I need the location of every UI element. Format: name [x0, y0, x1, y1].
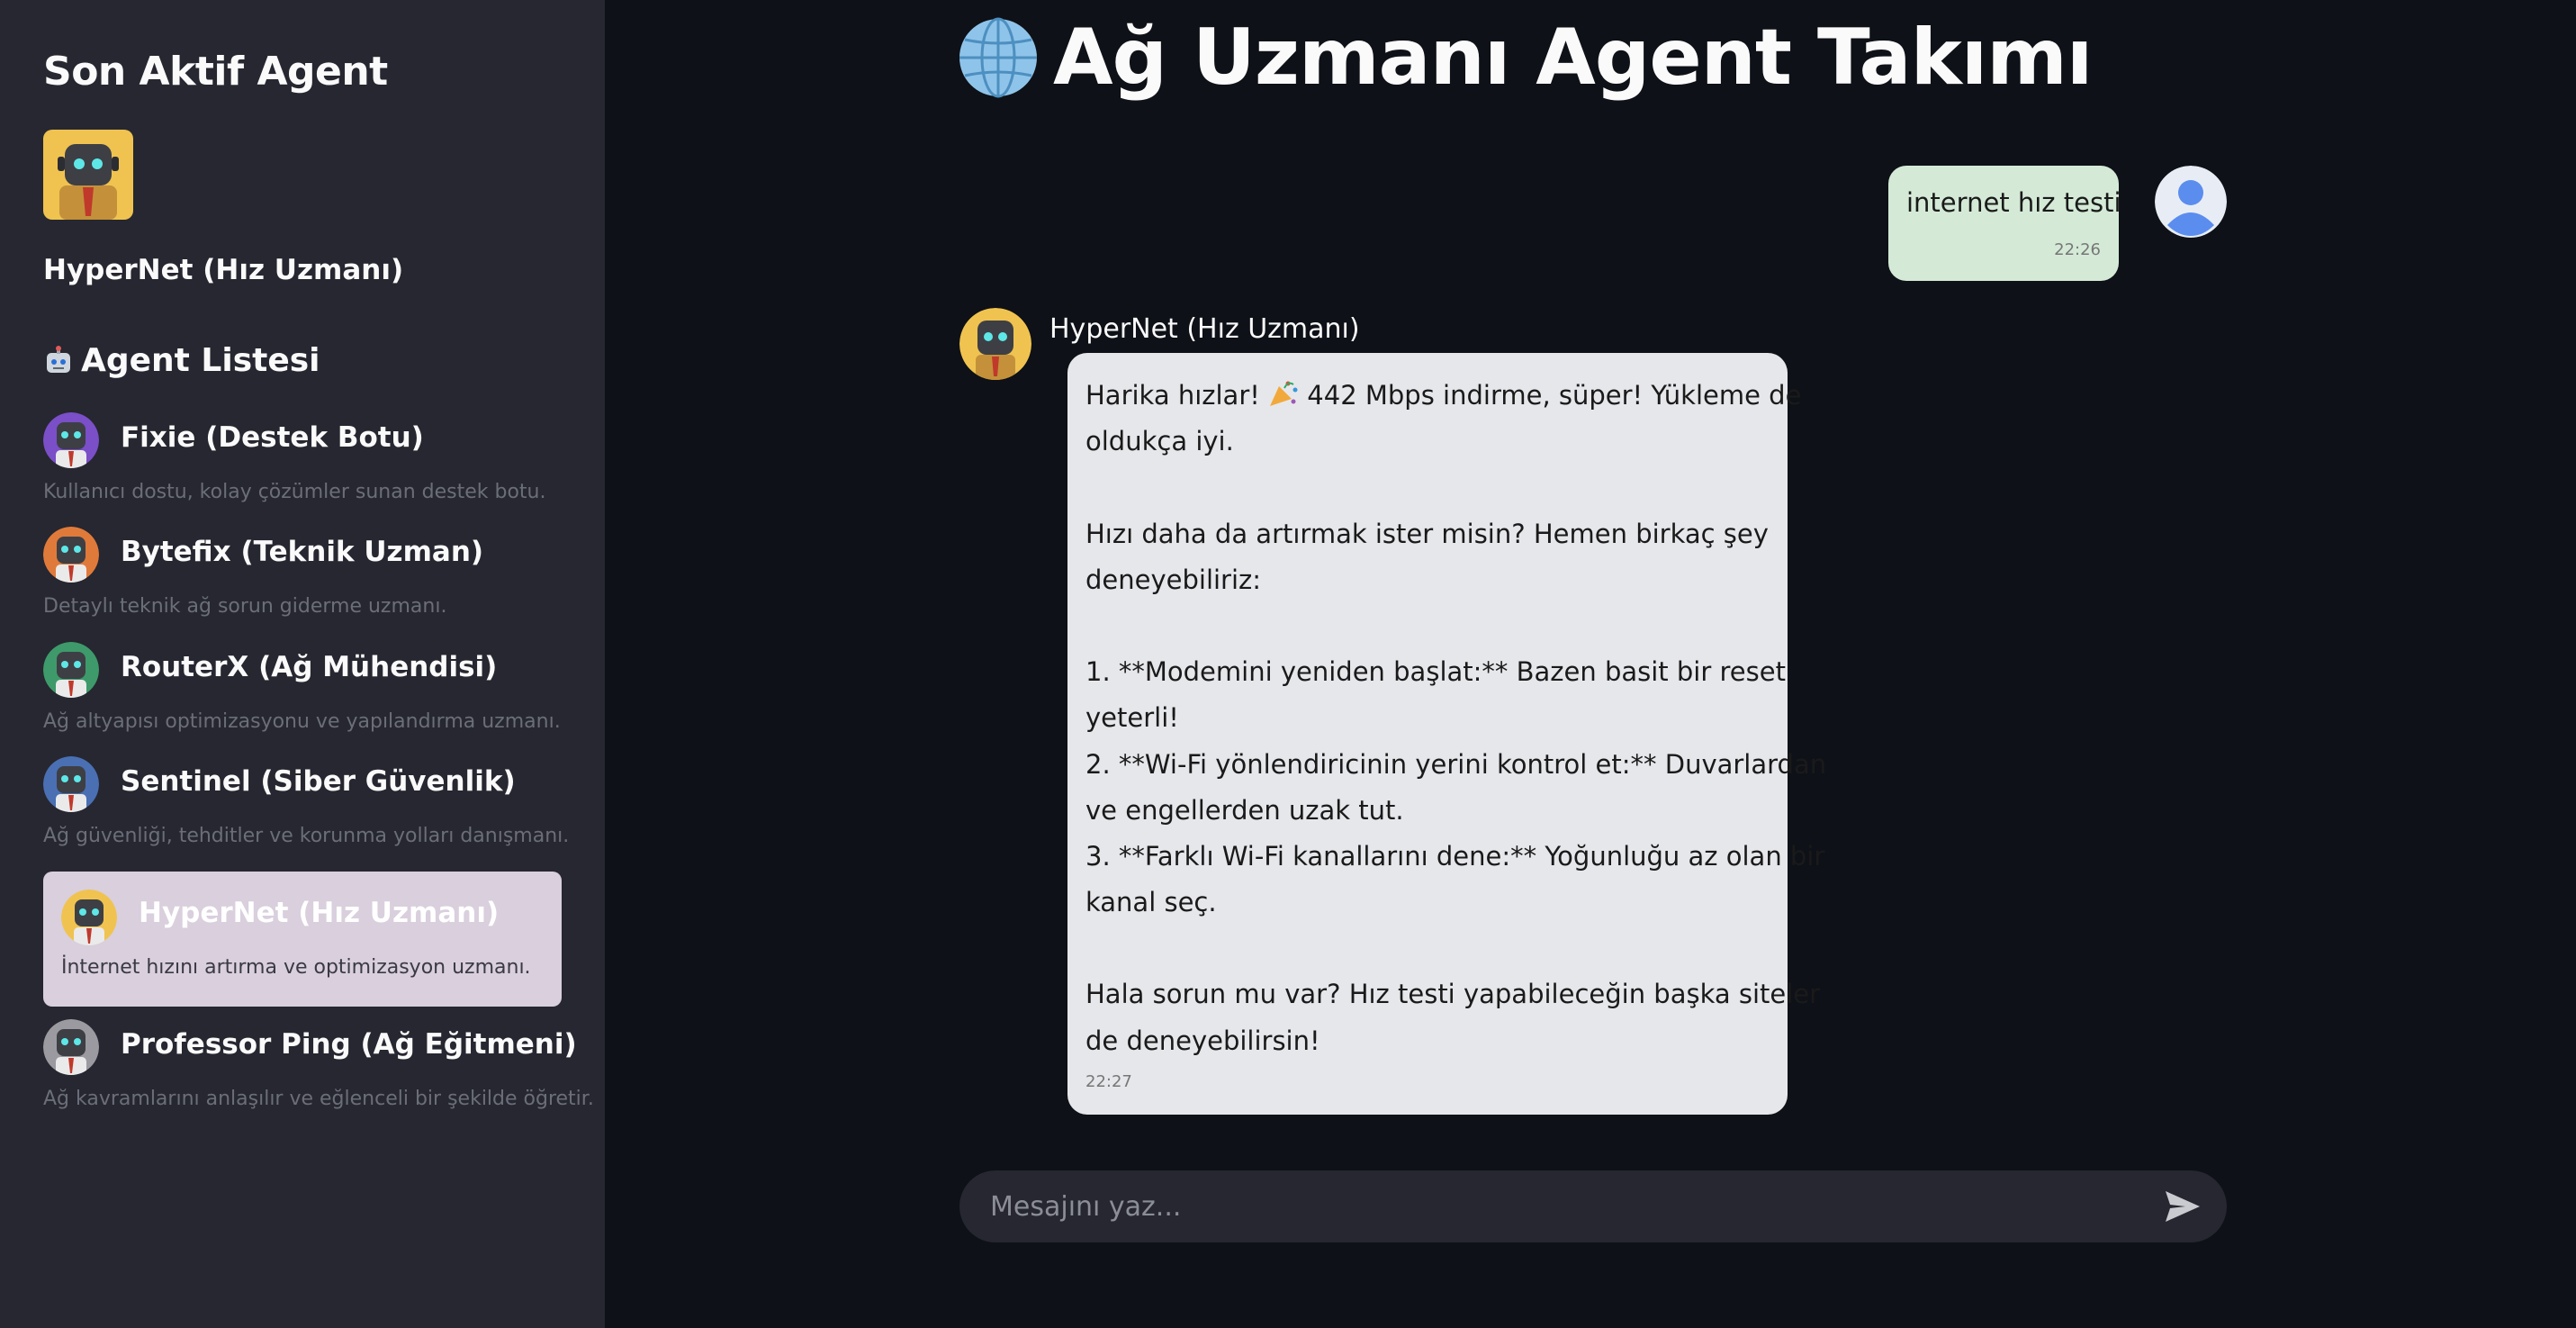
- active-agent-avatar: [43, 130, 133, 220]
- message-line: [1085, 603, 1770, 649]
- user-message-text: internet hız testi: [1906, 187, 2121, 218]
- agent-item[interactable]: RouterX (Ağ Mühendisi) Ağ altyapısı optim…: [43, 642, 562, 757]
- active-agent-name: HyperNet (Hız Uzmanı): [43, 254, 404, 286]
- user-message-bubble: internet hız testi 22:26: [1888, 166, 2121, 281]
- bot-sender-name: HyperNet (Hız Uzmanı): [1049, 313, 1360, 345]
- agent-avatar: [43, 1019, 99, 1075]
- message-line: de deneyebilirsin!: [1085, 1025, 1320, 1056]
- agent-avatar: [43, 527, 99, 583]
- agent-name: Sentinel (Siber Güvenlik): [121, 765, 516, 798]
- bot-avatar: [959, 308, 1031, 380]
- agent-avatar: [43, 756, 99, 812]
- party-popper-icon: [1268, 376, 1299, 406]
- agent-description: Ağ altyapısı optimizasyonu ve yapılandır…: [43, 710, 561, 733]
- message-line: Hızı daha da artırmak ister misin? Hemen…: [1085, 518, 1769, 549]
- agent-item[interactable]: Professor Ping (Ağ Eğitmeni) Ağ kavramlar…: [43, 1019, 594, 1134]
- message-line: Harika hızlar! 442 Mbps indirme, süper! …: [1085, 373, 1801, 419]
- active-agent-heading: Son Aktif Agent: [43, 49, 388, 95]
- message-input[interactable]: [990, 1170, 2160, 1242]
- agent-item[interactable]: Sentinel (Siber Güvenlik) Ağ güvenliği, t…: [43, 756, 569, 872]
- sidebar: Son Aktif Agent HyperNet (Hız Uzmanı) Ag…: [0, 0, 605, 1328]
- robot-icon: [43, 345, 74, 376]
- agent-description: Ağ kavramlarını anlaşılır ve eğlenceli b…: [43, 1088, 594, 1110]
- agent-avatar: [43, 642, 99, 698]
- app: Son Aktif Agent HyperNet (Hız Uzmanı) Ag…: [0, 0, 2576, 1328]
- message-line: deneyebiliriz:: [1085, 564, 1262, 595]
- agent-name: Professor Ping (Ağ Eğitmeni): [121, 1028, 577, 1061]
- message-line: [1085, 926, 1770, 971]
- message-line-end: 442 Mbps indirme, süper! Yükleme de: [1299, 380, 1802, 411]
- agent-description: Kullanıcı dostu, kolay çözümler sunan de…: [43, 481, 546, 503]
- message-line: kanal seç.: [1085, 887, 1217, 918]
- send-icon[interactable]: [2164, 1188, 2202, 1224]
- page-title-text: Ağ Uzmanı Agent Takımı: [1053, 13, 2093, 103]
- message-line: 3. **Farklı Wi-Fi kanallarını dene:** Yo…: [1085, 840, 1825, 872]
- message-line: yeterli!: [1085, 702, 1179, 734]
- agent-item[interactable]: Bytefix (Teknik Uzman) Detaylı teknik ağ …: [43, 527, 562, 642]
- bot-message-text: Harika hızlar! 442 Mbps indirme, süper! …: [1085, 373, 1827, 1064]
- message-line: ve engellerden uzak tut.: [1085, 794, 1404, 826]
- agent-item[interactable]: Fixie (Destek Botu) Kullanıcı dostu, kola…: [43, 412, 562, 528]
- user-message-time: 22:26: [2054, 240, 2101, 259]
- agent-avatar: [43, 412, 99, 468]
- message-line-start: Harika hızlar!: [1085, 380, 1269, 411]
- agent-list-heading: Agent Listesi: [43, 342, 320, 379]
- user-avatar: [2155, 166, 2227, 238]
- bot-message-time: 22:27: [1085, 1072, 1132, 1091]
- agent-avatar: [61, 890, 117, 945]
- message-line: 1. **Modemini yeniden başlat:** Bazen ba…: [1085, 656, 1786, 688]
- agent-description: İnternet hızını artırma ve optimizasyon …: [61, 956, 531, 979]
- message-line: 2. **Wi-Fi yönlendiricinin yerini kontro…: [1085, 748, 1827, 780]
- agent-name: Fixie (Destek Botu): [121, 421, 424, 454]
- agent-name: RouterX (Ağ Mühendisi): [121, 651, 498, 683]
- agent-description: Ağ güvenliği, tehditler ve korunma yolla…: [43, 825, 570, 847]
- chat-input-bar: [959, 1170, 2227, 1242]
- message-line: [1085, 465, 1770, 510]
- bot-message-bubble: Harika hızlar! 442 Mbps indirme, süper! …: [1067, 353, 1827, 1115]
- message-line: oldukça iyi.: [1085, 426, 1234, 457]
- agent-name: Bytefix (Teknik Uzman): [121, 536, 484, 568]
- agent-name: HyperNet (Hız Uzmanı): [139, 897, 500, 929]
- page-title: Ağ Uzmanı Agent Takımı: [958, 13, 2093, 103]
- agent-description: Detaylı teknik ağ sorun giderme uzmanı.: [43, 595, 447, 618]
- agent-list-title: Agent Listesi: [81, 342, 320, 379]
- message-line: Hala sorun mu var? Hız testi yapabileceğ…: [1085, 979, 1821, 1010]
- globe-icon: [958, 17, 1039, 98]
- agent-item[interactable]: HyperNet (Hız Uzmanı) İnternet hızını art…: [43, 872, 562, 1007]
